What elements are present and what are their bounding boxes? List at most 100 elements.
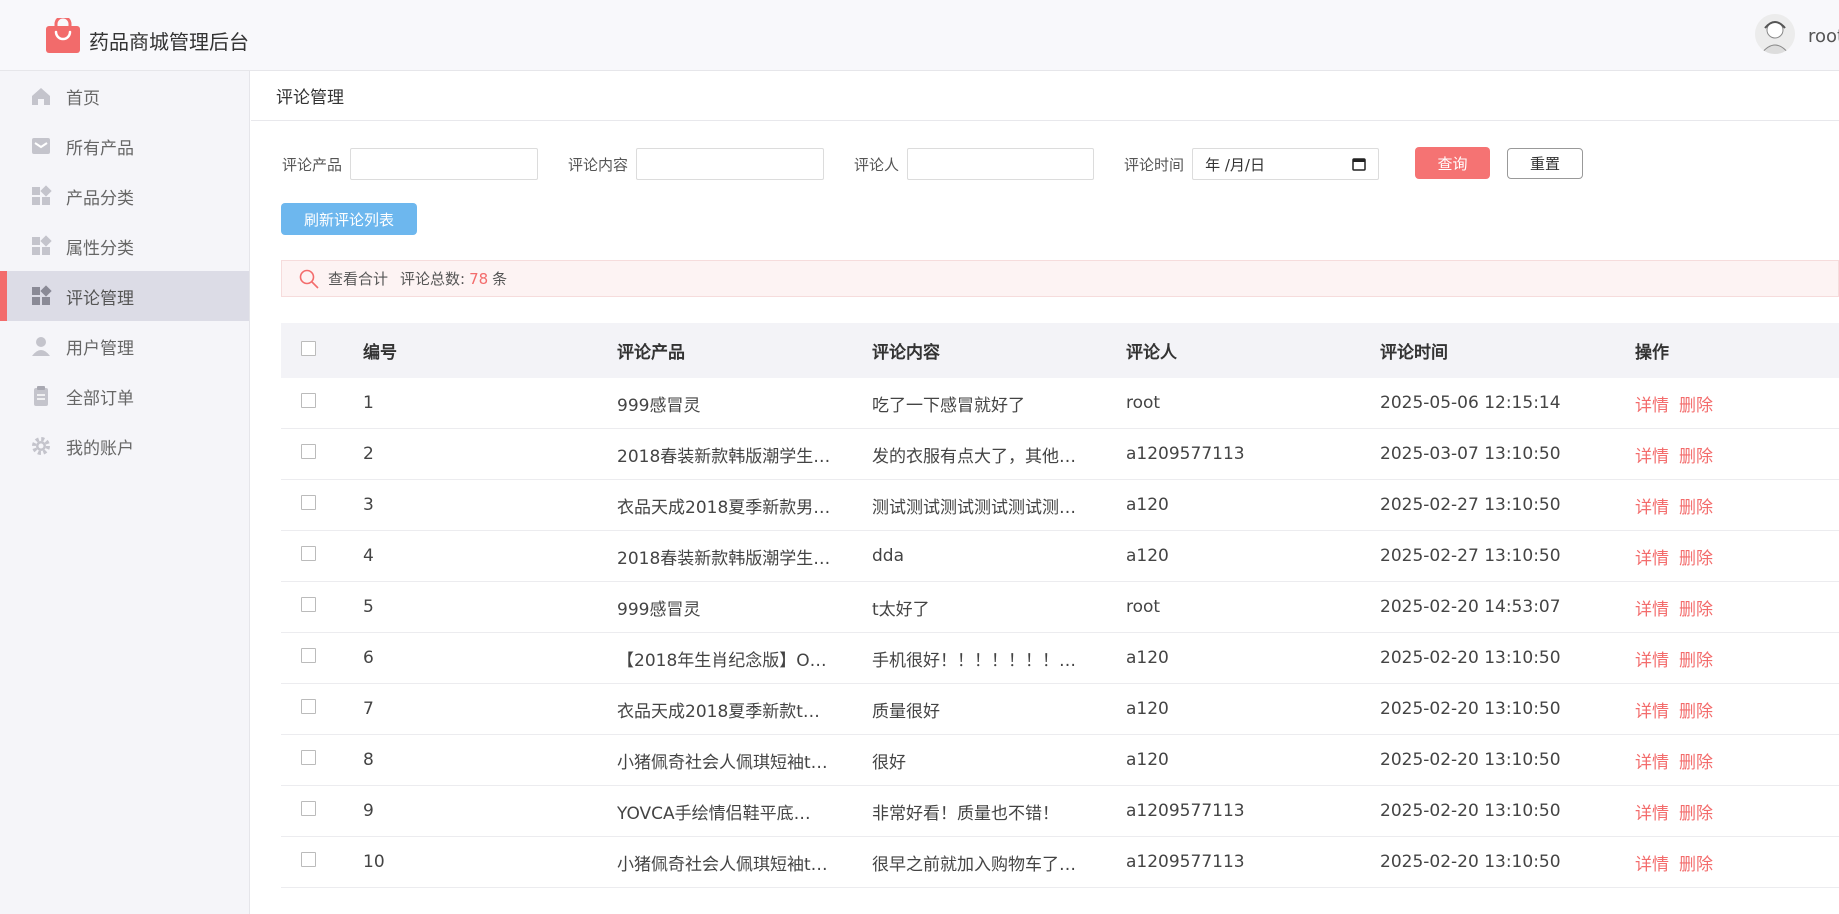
sidebar-item-all-products[interactable]: 所有产品 <box>0 121 249 171</box>
delete-link[interactable]: 删除 <box>1679 600 1713 620</box>
content-filter-input[interactable] <box>636 148 825 180</box>
user-filter-input[interactable] <box>907 148 1095 180</box>
header-user: 评论人 <box>1126 343 1177 363</box>
row-checkbox[interactable] <box>301 852 316 867</box>
query-button[interactable]: 查询 <box>1415 147 1490 179</box>
sidebar-item-label: 首页 <box>66 88 100 109</box>
row-checkbox[interactable] <box>301 648 316 663</box>
sidebar-item-label: 全部订单 <box>66 388 134 409</box>
row-checkbox[interactable] <box>301 597 316 612</box>
sidebar-item-home[interactable]: 首页 <box>0 71 249 121</box>
row-checkbox[interactable] <box>301 393 316 408</box>
clipboard-icon <box>34 386 48 406</box>
cell-user: a120 <box>1126 750 1169 770</box>
cell-product: 【2018年生肖纪念版】O… <box>617 650 827 671</box>
delete-link[interactable]: 删除 <box>1679 702 1713 722</box>
detail-link[interactable]: 详情 <box>1635 702 1669 722</box>
cell-time: 2025-02-20 13:10:50 <box>1380 801 1561 821</box>
header-content: 评论内容 <box>872 343 940 363</box>
top-header: 药品商城管理后台 root <box>0 0 1839 71</box>
cell-product: 衣品天成2018夏季新款男… <box>617 497 831 518</box>
row-checkbox[interactable] <box>301 801 316 816</box>
gear-icon <box>32 437 50 455</box>
sidebar-item-label: 所有产品 <box>66 138 134 159</box>
cell-time: 2025-02-20 13:10:50 <box>1380 750 1561 770</box>
cell-content: 吃了一下感冒就好了 <box>872 395 1025 416</box>
inbox-icon <box>32 138 50 154</box>
detail-link[interactable]: 详情 <box>1635 549 1669 569</box>
sidebar-item-label: 产品分类 <box>66 188 134 209</box>
total-count: 78 <box>469 269 489 288</box>
user-filter-label: 评论人 <box>854 155 900 174</box>
delete-link[interactable]: 删除 <box>1679 753 1713 773</box>
product-filter-label: 评论产品 <box>282 155 343 174</box>
table-row: 3 衣品天成2018夏季新款男… 测试测试测试测试测试测… a120 2025-… <box>281 480 1839 531</box>
delete-link[interactable]: 删除 <box>1679 396 1713 416</box>
reset-button[interactable]: 重置 <box>1507 148 1583 179</box>
detail-link[interactable]: 详情 <box>1635 651 1669 671</box>
detail-link[interactable]: 详情 <box>1635 447 1669 467</box>
page-title: 评论管理 <box>251 71 1839 121</box>
delete-link[interactable]: 删除 <box>1679 804 1713 824</box>
cell-id: 3 <box>363 495 374 515</box>
delete-link[interactable]: 删除 <box>1679 855 1713 875</box>
cell-product: 小猪佩奇社会人佩琪短袖t… <box>617 752 828 773</box>
username[interactable]: root <box>1808 26 1839 47</box>
product-filter-input[interactable] <box>350 148 539 180</box>
cell-time: 2025-02-20 13:10:50 <box>1380 648 1561 668</box>
home-icon <box>32 88 50 105</box>
detail-link[interactable]: 详情 <box>1635 600 1669 620</box>
time-filter-date-input[interactable]: 年 /月/日 <box>1192 148 1380 180</box>
cell-id: 6 <box>363 648 374 668</box>
detail-link[interactable]: 详情 <box>1635 753 1669 773</box>
delete-link[interactable]: 删除 <box>1679 447 1713 467</box>
cell-product: 衣品天成2018夏季新款t… <box>617 701 820 722</box>
refresh-comments-button[interactable]: 刷新评论列表 <box>281 203 417 235</box>
cell-content: dda <box>872 546 904 566</box>
content-filter-label: 评论内容 <box>568 155 629 174</box>
grid-icon <box>32 235 52 255</box>
detail-link[interactable]: 详情 <box>1635 396 1669 416</box>
delete-link[interactable]: 删除 <box>1679 549 1713 569</box>
row-checkbox[interactable] <box>301 444 316 459</box>
table-row: 7 衣品天成2018夏季新款t… 质量很好 a120 2025-02-20 13… <box>281 684 1839 735</box>
shopping-bag-icon <box>46 18 80 53</box>
cell-user: a120 <box>1126 648 1169 668</box>
avatar[interactable] <box>1755 14 1795 54</box>
cell-time: 2025-02-20 14:53:07 <box>1380 597 1561 617</box>
user-icon <box>32 337 50 356</box>
table-row: 10 小猪佩奇社会人佩琪短袖t… 很早之前就加入购物车了… a120957711… <box>281 837 1839 888</box>
row-checkbox[interactable] <box>301 495 316 510</box>
cell-time: 2025-02-20 13:10:50 <box>1380 699 1561 719</box>
cell-time: 2025-02-27 13:10:50 <box>1380 546 1561 566</box>
detail-link[interactable]: 详情 <box>1635 804 1669 824</box>
cell-time: 2025-05-06 12:15:14 <box>1380 393 1561 413</box>
date-placeholder: 年 /月/日 <box>1205 155 1265 174</box>
sidebar-item-product-category[interactable]: 产品分类 <box>0 171 249 221</box>
row-checkbox[interactable] <box>301 546 316 561</box>
sidebar-item-my-account[interactable]: 我的账户 <box>0 421 249 471</box>
row-checkbox[interactable] <box>301 750 316 765</box>
sidebar: 首页 所有产品 产品分类 属性分类 评论管理 用户管理 全部订单 我的账户 <box>0 71 250 914</box>
table-row: 5 999感冒灵 t太好了 root 2025-02-20 14:53:07 详… <box>281 582 1839 633</box>
cell-product: 999感冒灵 <box>617 395 701 416</box>
select-all-checkbox[interactable] <box>301 340 316 356</box>
table-row: 6 【2018年生肖纪念版】O… 手机很好！！！！！！！… a120 2025-… <box>281 633 1839 684</box>
sidebar-item-user-management[interactable]: 用户管理 <box>0 321 249 371</box>
detail-link[interactable]: 详情 <box>1635 855 1669 875</box>
sidebar-item-comment-management[interactable]: 评论管理 <box>0 271 249 321</box>
header-product: 评论产品 <box>617 343 685 363</box>
cell-content: 测试测试测试测试测试测… <box>872 497 1076 518</box>
cell-time: 2025-03-07 13:10:50 <box>1380 444 1561 464</box>
delete-link[interactable]: 删除 <box>1679 651 1713 671</box>
row-checkbox[interactable] <box>301 699 316 714</box>
cell-product: 999感冒灵 <box>617 599 701 620</box>
sidebar-item-attribute-category[interactable]: 属性分类 <box>0 221 249 271</box>
cell-id: 1 <box>363 393 374 413</box>
calendar-icon[interactable] <box>1352 157 1366 171</box>
delete-link[interactable]: 删除 <box>1679 498 1713 518</box>
sidebar-item-all-orders[interactable]: 全部订单 <box>0 371 249 421</box>
detail-link[interactable]: 详情 <box>1635 498 1669 518</box>
cell-user: a1209577113 <box>1126 801 1245 821</box>
cell-user: a1209577113 <box>1126 444 1245 464</box>
